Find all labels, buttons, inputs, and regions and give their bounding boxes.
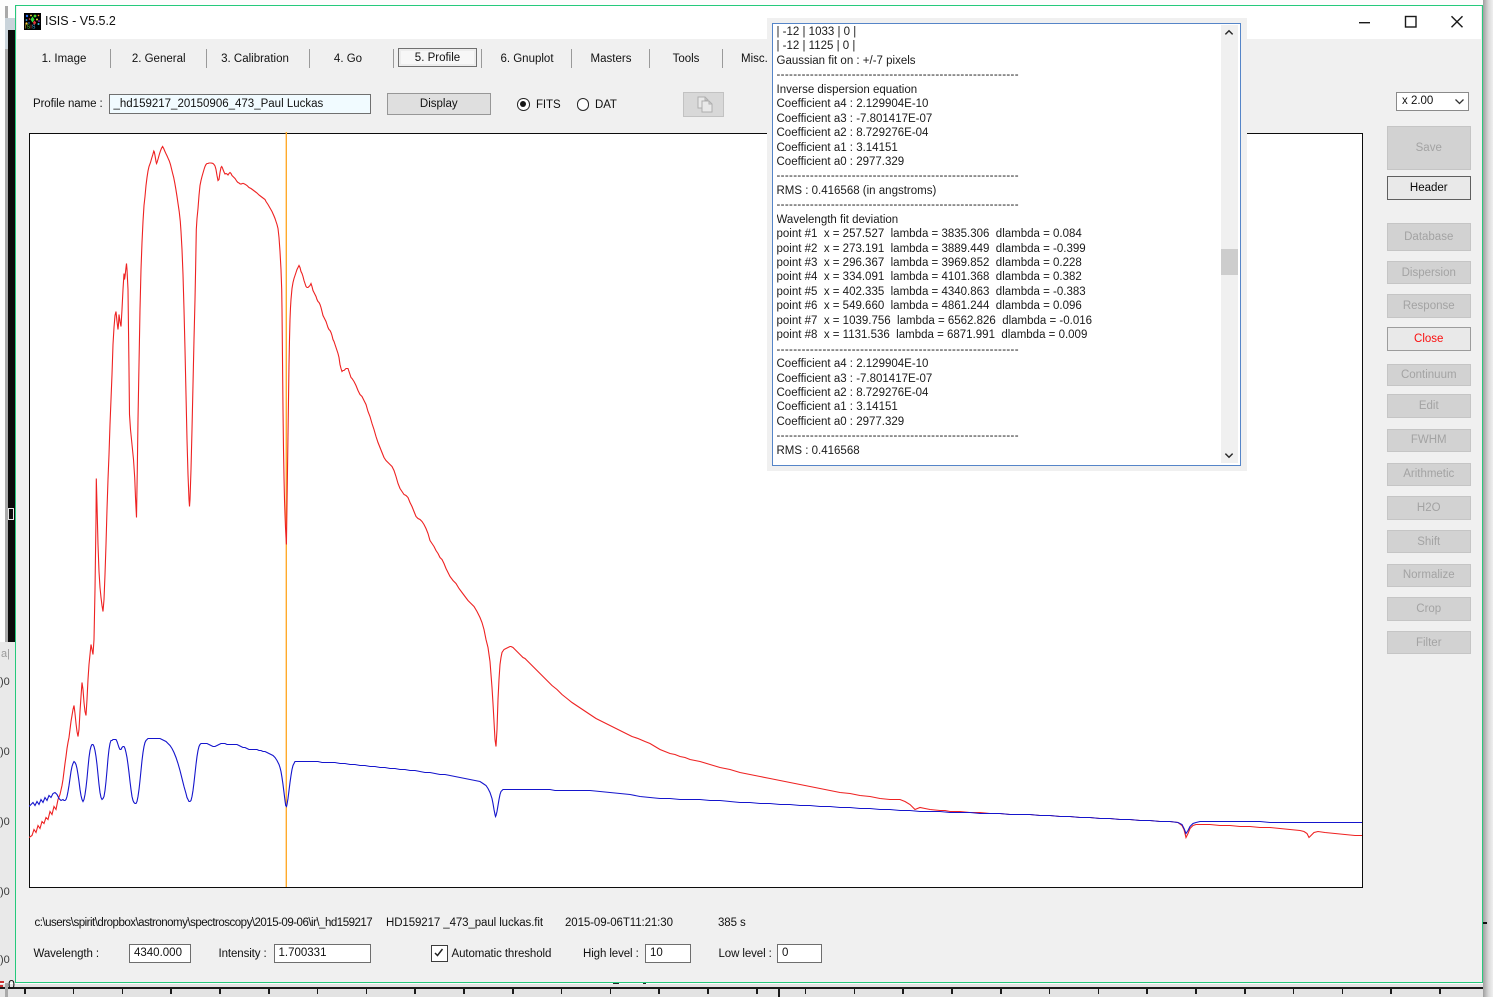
- svg-text:ISIS: ISIS: [25, 24, 36, 30]
